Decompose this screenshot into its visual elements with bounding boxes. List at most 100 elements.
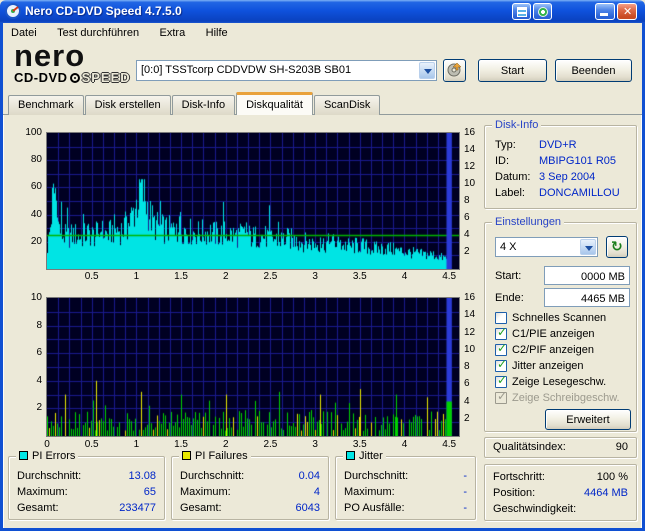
disk-date-label: Datum:	[495, 171, 531, 183]
axis-tick-label: 1.5	[174, 271, 188, 282]
scan-speed-select[interactable]: 4 X	[495, 237, 598, 257]
axis-tick-label: 14	[464, 144, 476, 155]
axis-tick-label: 2.5	[263, 271, 278, 282]
logo-disc-icon	[69, 72, 80, 83]
axis-tick-label: 4.5	[442, 439, 457, 450]
tab-disk-erstellen[interactable]: Disk erstellen	[84, 95, 171, 115]
nero-logo: nero CD-DVD SPEED	[14, 40, 134, 90]
scan-speed-dropdown-button[interactable]	[580, 239, 596, 255]
stat-label: Maximum:	[17, 486, 68, 498]
pif-failures-chart	[46, 297, 460, 437]
menu-datei[interactable]: Datei	[3, 24, 45, 39]
scan-speed-value: 4 X	[500, 241, 517, 253]
checkbox-box[interactable]	[495, 326, 507, 340]
titlebar-chart-button[interactable]	[512, 3, 531, 20]
tab-diskqualitaet[interactable]: Diskqualität	[236, 92, 313, 115]
eject-button[interactable]	[443, 59, 466, 82]
drive-select[interactable]: [0:0] TSSTcorp CDDVDW SH-S203B SB01	[136, 60, 437, 81]
axis-tick-label: 2	[36, 402, 42, 414]
axis-tick-label: 6	[464, 378, 470, 390]
menu-extra[interactable]: Extra	[152, 24, 194, 39]
jitter-stats-box: Jitter Durchschnitt: - Maximum: - PO Aus…	[335, 450, 476, 520]
refresh-button[interactable]	[606, 236, 628, 258]
drive-select-dropdown-button[interactable]	[419, 62, 435, 79]
jitter-legend: Jitter	[343, 450, 386, 462]
checkbox-c2-pif-anzeigen[interactable]: C2/PIF anzeigen	[495, 342, 594, 358]
stat-value: -	[463, 502, 467, 514]
axis-tick-label: 2	[222, 439, 229, 450]
stat-label: Maximum:	[180, 486, 231, 498]
axis-tick-label: 16	[464, 292, 476, 303]
axis-tick-label: 16	[464, 127, 476, 138]
advanced-button[interactable]: Erweitert	[545, 409, 631, 430]
checkbox-jitter-anzeigen[interactable]: Jitter anzeigen	[495, 358, 584, 374]
axis-tick-label: 8	[464, 195, 470, 206]
checkbox-c1-pie-anzeigen[interactable]: C1/PIE anzeigen	[495, 326, 595, 342]
axis-tick-label: 4	[464, 395, 470, 407]
axis-tick-label: 1	[133, 271, 140, 282]
checkbox-zeige-lesegeschw[interactable]: Zeige Lesegeschw.	[495, 374, 606, 390]
start-button[interactable]: Start	[478, 59, 547, 82]
start-position-field[interactable]	[544, 266, 630, 285]
window-title: Nero CD-DVD Speed 4.7.5.0	[25, 4, 182, 18]
axis-tick-label: 3.5	[352, 439, 367, 450]
stat-label: Gesamt:	[17, 502, 59, 514]
stat-value: 233477	[119, 502, 156, 514]
axis-tick-label: 4	[36, 374, 42, 386]
axis-tick-label: 8	[36, 319, 42, 331]
titlebar: Nero CD-DVD Speed 4.7.5.0	[0, 0, 645, 23]
axis-tick-label: 0.5	[84, 271, 99, 282]
pi-errors-stats-box: PI Errors Durchschnitt: 13.08 Maximum: 6…	[8, 450, 165, 520]
tab-disk-info[interactable]: Disk-Info	[171, 95, 236, 115]
stat-label: Durchschnitt:	[344, 470, 409, 482]
close-button[interactable]	[617, 3, 637, 20]
quality-index-label: Qualitätsindex:	[493, 441, 566, 453]
menu-hilfe[interactable]: Hilfe	[198, 24, 236, 39]
axis-tick-label: 3.5	[352, 271, 367, 282]
stat-label: Durchschnitt:	[180, 470, 245, 482]
stat-value: 6043	[295, 502, 320, 514]
menubar: Datei Test durchführen Extra Hilfe	[3, 23, 642, 42]
end-position-field[interactable]	[544, 288, 630, 307]
axis-tick-label: 12	[464, 161, 476, 172]
disk-label-value: DONCAMILLOU	[539, 187, 620, 199]
axis-tick-label: 6	[36, 347, 42, 359]
position-label: Position:	[493, 487, 536, 499]
stat-value: 13.08	[128, 470, 156, 482]
axis-tick-label: 12	[464, 326, 476, 338]
menu-test-durchfuehren[interactable]: Test durchführen	[49, 24, 147, 39]
start-position-label: Start:	[495, 270, 522, 282]
titlebar-disc-button[interactable]	[533, 3, 552, 20]
quit-button[interactable]: Beenden	[555, 59, 632, 82]
disk-type-label: Typ:	[495, 139, 516, 151]
stat-label: Gesamt:	[180, 502, 222, 514]
settings-title: Einstellungen	[492, 216, 565, 228]
axis-tick-label: 80	[30, 154, 42, 166]
progress-label: Fortschritt:	[493, 471, 545, 483]
checkbox-zeige-schreibgeschw: Zeige Schreibgeschw.	[495, 390, 620, 406]
tab-benchmark[interactable]: Benchmark	[8, 95, 84, 115]
checkbox-box[interactable]	[495, 342, 507, 356]
app-window: Nero CD-DVD Speed 4.7.5.0 Datei Test dur…	[0, 0, 645, 531]
axis-tick-label: 20	[30, 235, 42, 247]
axis-tick-label: 1	[133, 439, 140, 450]
pie-chart-left-axis: 100 80 60 40 20	[14, 128, 44, 269]
disk-id-label: ID:	[495, 155, 510, 167]
axis-tick-label: 6	[464, 212, 470, 223]
pie-chart-x-axis: 0.5 1 1.5 2 2.5 3 3.5 4 4.5	[47, 272, 459, 283]
tab-scandisk[interactable]: ScanDisk	[313, 95, 381, 115]
speed-label: Geschwindigkeit:	[493, 503, 577, 515]
axis-tick-label: 100	[25, 127, 42, 138]
axis-tick-label: 14	[464, 309, 476, 321]
axis-tick-label: 0.5	[84, 439, 99, 450]
checkbox-box[interactable]	[495, 312, 507, 324]
checkbox-schnelles-scannen[interactable]: Schnelles Scannen	[495, 312, 606, 326]
pie-errors-chart	[46, 132, 460, 270]
axis-tick-label: 40	[30, 208, 42, 220]
checkbox-box[interactable]	[495, 374, 507, 388]
checkbox-label: Zeige Schreibgeschw.	[512, 392, 620, 404]
minimize-button[interactable]	[595, 3, 615, 20]
checkbox-box[interactable]	[495, 358, 507, 372]
quality-index-box: Qualitätsindex: 90	[484, 437, 637, 458]
pi-failures-stats-box: PI Failures Durchschnitt: 0.04 Maximum: …	[171, 450, 329, 520]
